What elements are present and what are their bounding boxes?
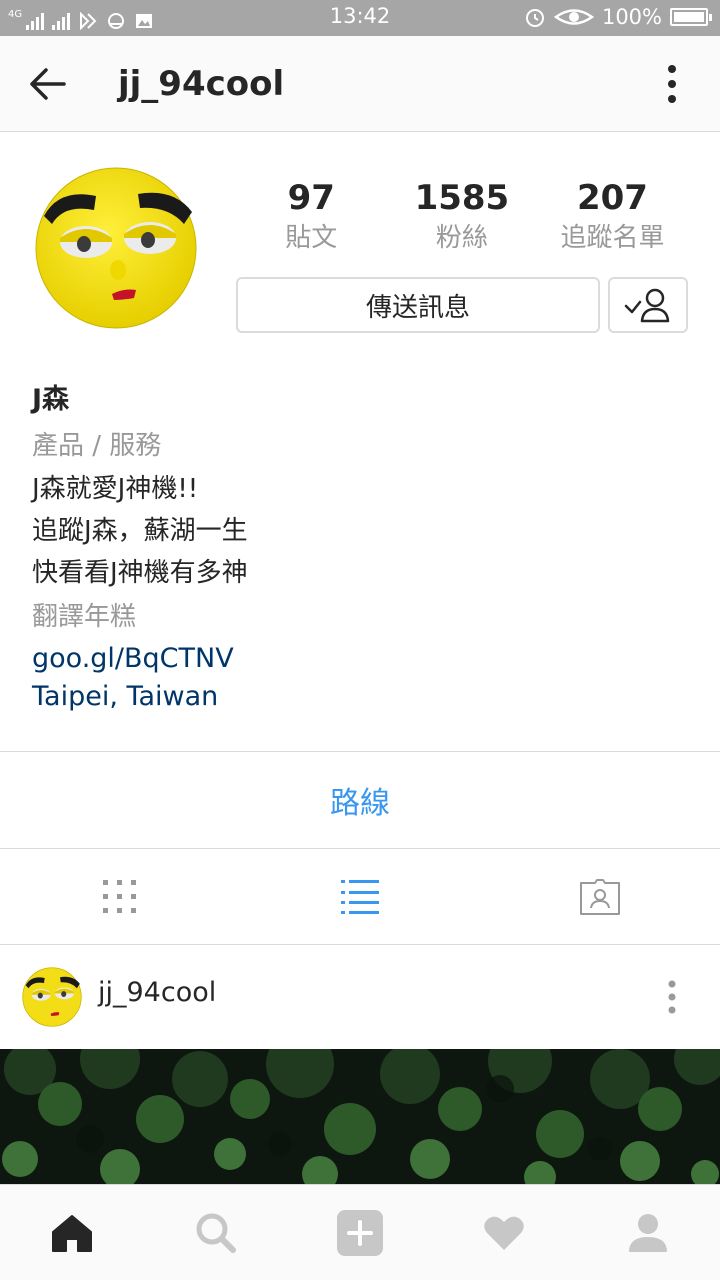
more-options-icon[interactable] <box>662 64 682 104</box>
nav-search[interactable] <box>144 1185 288 1280</box>
profile-username-title: jj_94cool <box>118 64 285 104</box>
list-icon <box>341 880 379 914</box>
back-arrow-icon[interactable] <box>28 66 68 102</box>
nav-profile[interactable] <box>576 1185 720 1280</box>
post-more-icon[interactable] <box>662 979 682 1015</box>
home-icon <box>52 1215 92 1252</box>
post-username[interactable]: jj_94cool <box>98 977 216 1008</box>
profile-avatar[interactable] <box>34 166 198 330</box>
status-bar: 4G 13:42 100% <box>0 0 720 36</box>
nav-home[interactable] <box>0 1185 144 1280</box>
nav-add-post[interactable] <box>288 1185 432 1280</box>
app-bar: jj_94cool <box>0 36 720 132</box>
stat-posts-label: 貼文 <box>285 223 338 253</box>
post-image[interactable] <box>0 1049 720 1184</box>
bio-line: 快看看J神機有多神 <box>32 558 248 588</box>
stat-followers-count: 1585 <box>414 178 510 218</box>
post-header: jj_94cool <box>0 945 720 1049</box>
profile-category: 產品 / 服務 <box>32 431 162 461</box>
send-message-button[interactable]: 傳送訊息 <box>236 277 600 333</box>
stat-posts-count: 97 <box>287 178 335 218</box>
battery-icon <box>670 8 712 26</box>
grid-icon <box>103 880 136 913</box>
status-icons-right: 100% <box>524 5 712 29</box>
following-check-icon <box>624 288 670 323</box>
bio-line: J森就愛J神機!! <box>32 474 199 504</box>
stat-followers[interactable]: 1585 粉絲 <box>387 178 538 258</box>
bottom-navigation <box>0 1184 720 1280</box>
stat-following[interactable]: 207 追蹤名單 <box>537 178 688 258</box>
search-icon <box>196 1213 236 1253</box>
stat-posts[interactable]: 97 貼文 <box>236 178 387 258</box>
alarm-icon <box>525 9 544 27</box>
website-link[interactable]: goo.gl/BqCTNV <box>32 640 692 678</box>
profile-bio: J森 產品 / 服務 J森就愛J神機!! 追蹤J森，蘇湖一生 快看看J神機有多神… <box>32 380 692 716</box>
eye-comfort-icon <box>553 9 594 25</box>
translate-link[interactable]: 翻譯年糕 <box>32 594 692 640</box>
tagged-icon <box>580 879 620 915</box>
directions-button[interactable]: 路線 <box>0 751 720 849</box>
location-link[interactable]: Taipei, Taiwan <box>32 678 692 716</box>
following-button[interactable] <box>608 277 688 333</box>
profile-display-name: J森 <box>32 384 70 415</box>
stat-following-count: 207 <box>576 178 648 218</box>
battery-percent: 100% <box>601 5 662 29</box>
nav-activity[interactable] <box>432 1185 576 1280</box>
tab-list[interactable] <box>240 849 480 945</box>
add-post-icon <box>337 1210 383 1256</box>
profile-icon <box>629 1214 667 1252</box>
profile-stats: 97 貼文 1585 粉絲 207 追蹤名單 <box>236 178 688 258</box>
post-avatar[interactable] <box>22 967 82 1027</box>
stat-following-label: 追蹤名單 <box>560 223 665 253</box>
heart-icon <box>484 1216 524 1250</box>
tab-tagged[interactable] <box>480 849 720 945</box>
profile-view-tabs <box>0 849 720 945</box>
tab-grid[interactable] <box>0 849 240 945</box>
stat-followers-label: 粉絲 <box>435 223 488 253</box>
bio-line: 追蹤J森，蘇湖一生 <box>32 516 248 546</box>
